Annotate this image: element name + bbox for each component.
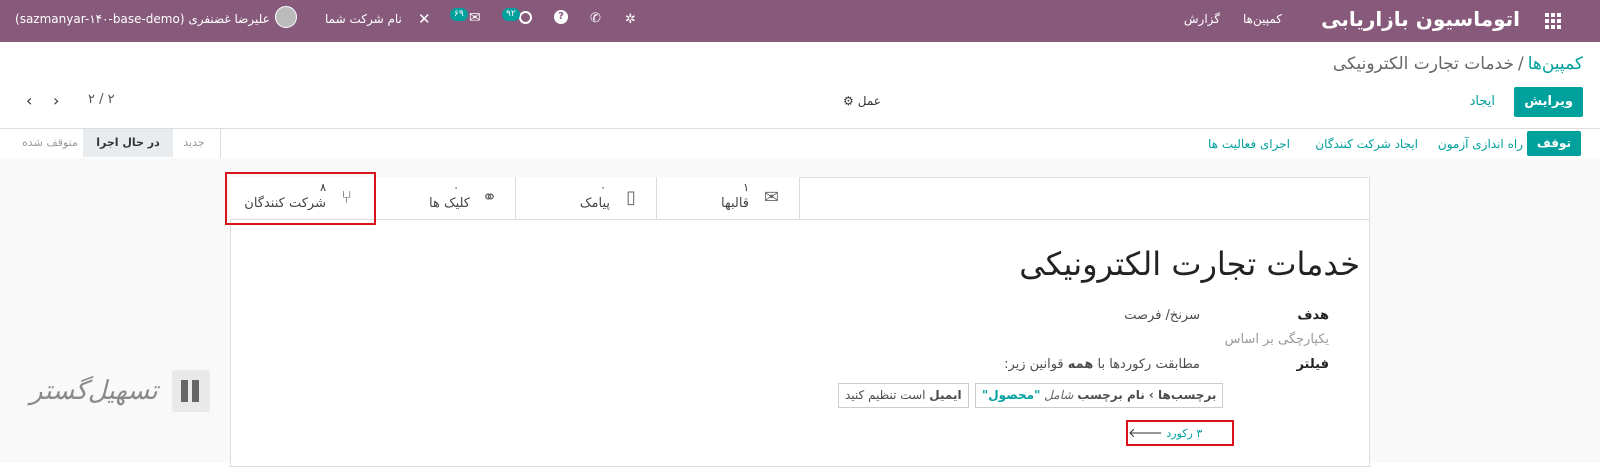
- breadcrumb-current: خدمات تجارت الکترونیکی: [1332, 54, 1514, 74]
- envelope-icon: ✉: [763, 187, 779, 208]
- rule-value: "محصول": [982, 388, 1041, 402]
- rule-field: ایمیل: [929, 388, 962, 402]
- link-icon: ⚭: [481, 187, 497, 208]
- rule-field: برچسب‌ها › نام برچسب: [1077, 388, 1217, 402]
- gear-icon: ⚙: [843, 94, 854, 108]
- rule-operator: شامل: [1044, 388, 1074, 402]
- company-switcher[interactable]: نام شرکت شما: [325, 12, 402, 26]
- sms-count: ۰: [600, 181, 606, 194]
- records-count: ۳ رکورد: [1166, 427, 1203, 440]
- smart-button-row-filler: [796, 177, 1370, 220]
- statusbar-divider: [220, 129, 221, 158]
- menu-campaigns[interactable]: کمپین‌ها: [1243, 12, 1282, 26]
- create-participants-button[interactable]: ایجاد شرکت کنندگان: [1315, 137, 1418, 151]
- apps-grid-icon[interactable]: [1545, 13, 1561, 29]
- smart-button-templates[interactable]: ✉ ۱ قالبها: [657, 177, 800, 220]
- help-icon[interactable]: ?: [554, 10, 568, 24]
- close-icon[interactable]: ✕: [418, 10, 431, 28]
- app-title[interactable]: اتوماسیون بازاریابی: [1321, 7, 1520, 31]
- filter-text: مطابقت رکوردها با: [1097, 357, 1200, 372]
- stop-button[interactable]: توقف: [1526, 131, 1581, 156]
- smart-button-clicks[interactable]: ⚭ ۰ کلیک ها: [375, 177, 516, 220]
- filter-description: مطابقت رکوردها با همه قوانین زیر:: [1004, 357, 1200, 372]
- watermark-logo: تسهیل‌گستر: [30, 368, 210, 428]
- top-navbar: اتوماسیون بازاریابی کمپین‌ها گزارش ✲ ✆ ?…: [0, 0, 1600, 42]
- divider: [0, 128, 1600, 129]
- stage-running[interactable]: در حال اجرا: [83, 129, 173, 157]
- run-activities-button[interactable]: اجرای فعالیت ها: [1208, 137, 1290, 151]
- bug-icon[interactable]: ✲: [625, 12, 636, 27]
- breadcrumb-campaigns-link[interactable]: کمپین‌ها: [1528, 54, 1583, 74]
- filter-text-bold: همه: [1067, 357, 1094, 372]
- pager-value: ۲ / ۲: [88, 92, 115, 107]
- activity-count-badge: ۹۲: [502, 8, 520, 21]
- sms-label: پیامک: [579, 196, 610, 211]
- messages-count-badge: ۶۹: [450, 8, 468, 21]
- highlight-participants: [225, 172, 376, 225]
- avatar[interactable]: [275, 6, 297, 28]
- smart-button-sms[interactable]: ▯ ۰ پیامک: [516, 177, 657, 220]
- breadcrumb-separator: /: [1517, 54, 1524, 74]
- next-record-icon[interactable]: ›: [53, 93, 63, 109]
- chat-icon[interactable]: ✉: [469, 10, 481, 26]
- rule-operator: است تنظیم کنید: [845, 388, 926, 402]
- target-value: سرنخ/ فرصت: [1124, 308, 1200, 323]
- create-button[interactable]: ایجاد: [1470, 94, 1495, 109]
- stage-stopped[interactable]: متوقف شده: [15, 129, 85, 157]
- mobile-icon: ▯: [626, 187, 636, 208]
- templates-count: ۱: [743, 181, 749, 194]
- phone-icon[interactable]: ✆: [590, 11, 601, 26]
- stage-new[interactable]: جدید: [173, 129, 215, 157]
- breadcrumb: کمپین‌ها/خدمات تجارت الکترونیکی: [1333, 54, 1583, 74]
- filter-text: قوانین زیر:: [1004, 357, 1064, 372]
- filter-rule-tags[interactable]: برچسب‌ها › نام برچسب شامل "محصول": [975, 383, 1224, 408]
- action-label: عمل: [857, 94, 881, 108]
- target-label: هدف: [1297, 308, 1329, 323]
- clock-icon[interactable]: [519, 11, 532, 24]
- edit-button[interactable]: ویرایش: [1514, 87, 1583, 117]
- arrow-left-icon: 🡐: [1128, 426, 1163, 441]
- test-launch-button[interactable]: راه اندازی آزمون: [1438, 137, 1523, 151]
- filter-rule-email[interactable]: ایمیل است تنظیم کنید: [838, 383, 969, 408]
- records-link[interactable]: ۳ رکورد 🡐: [1128, 425, 1202, 441]
- menu-report[interactable]: گزارش: [1184, 12, 1220, 26]
- clicks-label: کلیک ها: [429, 196, 470, 211]
- action-menu[interactable]: ⚙ عمل: [843, 94, 881, 108]
- previous-record-icon[interactable]: ‹: [26, 93, 36, 109]
- templates-label: قالبها: [720, 196, 749, 211]
- user-menu[interactable]: علیرضا غضنفری (sazmanyar-۱۴۰-base-demo): [15, 12, 270, 26]
- filter-label: فیلتر: [1296, 357, 1329, 372]
- unique-field-label: یکپارچگی بر اساس: [1224, 332, 1329, 347]
- clicks-count: ۰: [453, 181, 459, 194]
- campaign-title: خدمات تجارت الکترونیکی: [1019, 245, 1360, 283]
